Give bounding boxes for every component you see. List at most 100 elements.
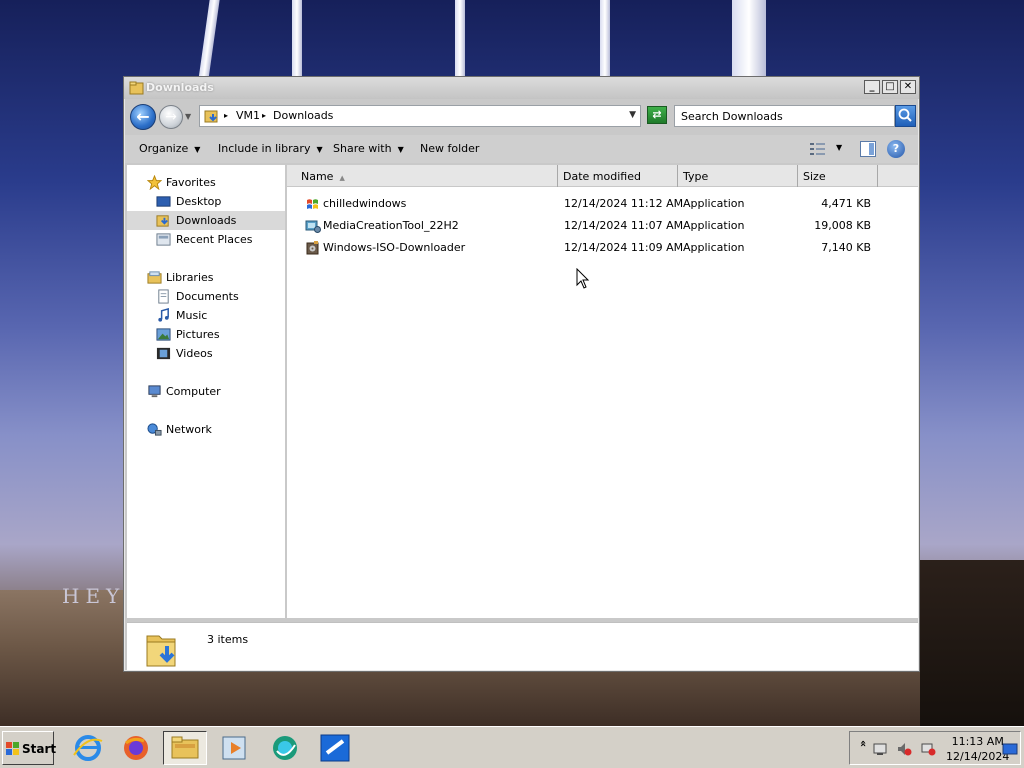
taskbar-network-app[interactable] <box>263 731 307 765</box>
column-header-row: Name ▲ Date modified Type Size <box>287 165 918 187</box>
chevron-down-icon: ▼ <box>397 145 404 154</box>
file-date-modified: 12/14/2024 11:09 AM <box>564 241 684 254</box>
nav-network-label: Network <box>166 423 212 436</box>
table-row[interactable]: MediaCreationTool_22H2 12/14/2024 11:07 … <box>287 215 918 237</box>
windows-flag-icon <box>307 199 318 209</box>
view-options-dropdown[interactable]: ▼ <box>836 143 842 152</box>
organize-menu[interactable]: Organize ▼ <box>139 142 200 155</box>
nav-pictures-label: Pictures <box>176 328 220 341</box>
address-history-dropdown[interactable]: ▼ <box>629 110 636 120</box>
column-header-date-modified[interactable]: Date modified <box>558 165 678 187</box>
nav-computer[interactable]: Computer <box>127 382 285 401</box>
column-header-type[interactable]: Type <box>678 165 798 187</box>
file-list[interactable]: Name ▲ Date modified Type Size chilledwin… <box>287 165 918 618</box>
breadcrumb-vm1[interactable]: VM1 <box>236 109 260 122</box>
chevron-down-icon: ▼ <box>194 145 201 154</box>
taskbar-blue-app[interactable] <box>313 731 357 765</box>
action-center-icon[interactable] <box>872 741 888 757</box>
show-hidden-icons-button[interactable]: « <box>854 740 870 756</box>
downloads-folder-icon <box>146 635 176 667</box>
recent-pages-dropdown[interactable]: ▼ <box>185 112 191 121</box>
nav-favorites[interactable]: Favorites <box>127 173 285 192</box>
blue-app-icon <box>320 734 350 762</box>
table-row[interactable]: chilledwindows 12/14/2024 11:12 AM Appli… <box>287 193 918 215</box>
taskbar-media-player[interactable] <box>213 731 257 765</box>
network-disconnected-icon[interactable] <box>920 741 936 757</box>
search-icon <box>898 108 912 122</box>
search-box[interactable] <box>674 105 895 127</box>
taskbar-file-explorer[interactable] <box>163 731 207 765</box>
breadcrumb-separator[interactable]: ▸ <box>262 111 266 120</box>
wallpaper-building-right <box>920 560 1024 726</box>
wallpaper-pillar <box>455 0 465 80</box>
close-button[interactable]: ✕ <box>900 80 916 94</box>
start-button[interactable]: Start <box>2 731 56 765</box>
file-name: MediaCreationTool_22H2 <box>323 219 459 232</box>
clock-time: 11:13 AM <box>951 735 1004 748</box>
search-input[interactable] <box>675 106 894 126</box>
forward-button[interactable]: → <box>159 105 183 129</box>
music-note-icon <box>158 308 169 322</box>
media-player-icon <box>222 736 246 760</box>
nav-recent-places-label: Recent Places <box>176 233 253 246</box>
search-button[interactable] <box>895 105 916 127</box>
downloads-folder-icon <box>204 110 218 123</box>
file-name: chilledwindows <box>323 197 407 210</box>
film-strip-icon <box>156 347 171 360</box>
title-bar[interactable]: Downloads _ □ ✕ <box>124 77 919 99</box>
desktop-icon <box>156 196 171 207</box>
nav-documents[interactable]: Documents <box>127 287 285 306</box>
column-header-name[interactable]: Name ▲ <box>287 165 558 187</box>
iso-downloader-icon <box>306 241 319 255</box>
nav-downloads[interactable]: Downloads <box>127 211 285 230</box>
nav-desktop[interactable]: Desktop <box>127 192 285 211</box>
maximize-button[interactable]: □ <box>882 80 898 94</box>
file-date-modified: 12/14/2024 11:07 AM <box>564 219 684 232</box>
include-in-library-label: Include in library <box>218 142 311 155</box>
nav-libraries[interactable]: Libraries <box>127 268 285 287</box>
computer-icon <box>148 385 161 398</box>
preview-pane-button[interactable] <box>860 141 876 157</box>
nav-music[interactable]: Music <box>127 306 285 325</box>
nav-network[interactable]: Network <box>127 420 285 439</box>
file-name: Windows-ISO-Downloader <box>323 241 466 254</box>
breadcrumb-downloads[interactable]: Downloads <box>273 109 333 122</box>
new-folder-button[interactable]: New folder <box>420 142 479 155</box>
nav-pictures[interactable]: Pictures <box>127 325 285 344</box>
include-in-library-menu[interactable]: Include in library ▼ <box>218 142 323 155</box>
taskbar-clock[interactable]: 11:13 AM 12/14/2024 <box>946 734 1009 764</box>
refresh-button[interactable]: ⇄ <box>647 106 667 124</box>
address-bar[interactable]: ▸ VM1 ▸ Downloads ▼ <box>199 105 641 127</box>
taskbar-internet-explorer[interactable] <box>66 731 110 765</box>
document-icon <box>158 289 169 304</box>
downloads-folder-icon <box>156 215 169 227</box>
share-with-menu[interactable]: Share with ▼ <box>333 142 404 155</box>
show-desktop-icon[interactable] <box>1002 741 1018 757</box>
nav-videos[interactable]: Videos <box>127 344 285 363</box>
file-size: 4,471 KB <box>821 197 871 210</box>
folder-icon <box>129 81 144 95</box>
volume-muted-icon[interactable] <box>896 741 912 757</box>
libraries-icon <box>147 271 162 284</box>
change-view-icon[interactable] <box>809 141 827 157</box>
help-button[interactable]: ? <box>887 140 905 158</box>
nav-videos-label: Videos <box>176 347 213 360</box>
taskbar: Start « 11:13 AM 12/14/2024 <box>0 726 1024 768</box>
nav-favorites-label: Favorites <box>166 176 216 189</box>
nav-documents-label: Documents <box>176 290 239 303</box>
wallpaper-pillar <box>292 0 302 80</box>
item-count: 3 items <box>207 633 249 646</box>
taskbar-firefox[interactable] <box>114 731 158 765</box>
nav-computer-label: Computer <box>166 385 221 398</box>
back-button[interactable]: ← <box>130 104 156 130</box>
nav-recent-places[interactable]: Recent Places <box>127 230 285 249</box>
sort-ascending-icon: ▲ <box>339 174 345 182</box>
star-icon <box>147 175 162 190</box>
minimize-button[interactable]: _ <box>864 80 880 94</box>
share-with-label: Share with <box>333 142 392 155</box>
column-header-size[interactable]: Size <box>798 165 878 187</box>
file-type: Application <box>683 241 745 254</box>
address-row: ← → ▼ ▸ VM1 ▸ Downloads ▼ ⇄ <box>124 101 919 131</box>
table-row[interactable]: Windows-ISO-Downloader 12/14/2024 11:09 … <box>287 237 918 259</box>
breadcrumb-separator[interactable]: ▸ <box>224 111 228 120</box>
